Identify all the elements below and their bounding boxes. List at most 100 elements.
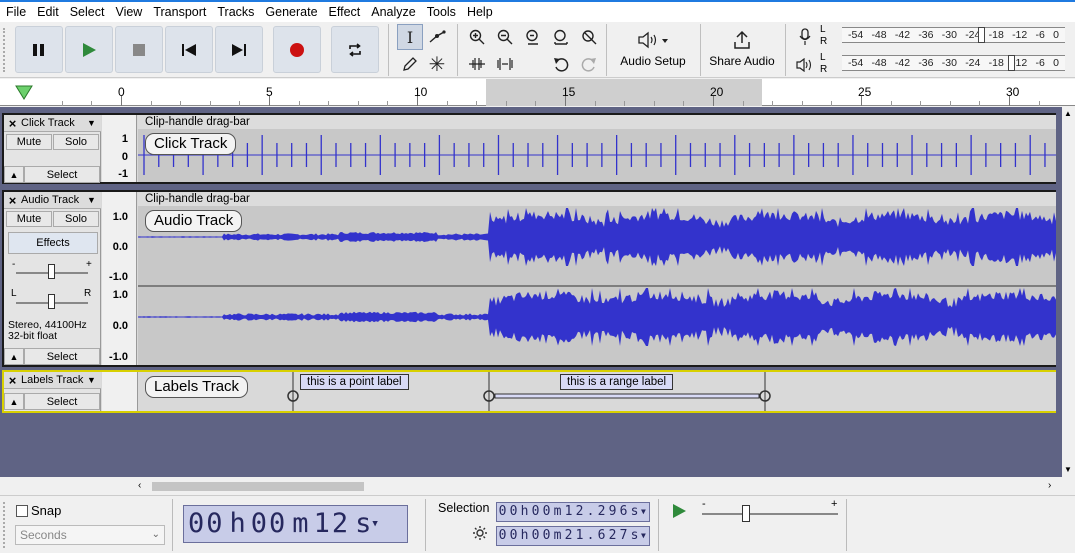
audio-position-display[interactable]: 00 h 00 m 12 s ▼	[183, 505, 408, 543]
vertical-scale[interactable]: 1 0 -1	[102, 115, 137, 182]
toolbar-grip[interactable]	[3, 502, 8, 548]
skip-to-start-button[interactable]	[165, 26, 213, 73]
selection-start-field[interactable]: 0 0 h 0 0 m 1 2. 2 9 6 s ▼	[496, 502, 650, 522]
menu-help[interactable]: Help	[461, 5, 498, 19]
menu-transport[interactable]: Transport	[147, 5, 211, 19]
zoom-out-button[interactable]	[492, 24, 518, 50]
playback-meter-slider[interactable]	[1008, 55, 1015, 71]
click-waveform[interactable]	[138, 129, 1056, 182]
zoom-toggle-button[interactable]	[576, 24, 602, 50]
track-menu-dropdown-icon[interactable]: ▼	[87, 195, 101, 205]
fit-selection-button[interactable]	[520, 24, 546, 50]
solo-button[interactable]: Solo	[53, 134, 99, 150]
horizontal-scroll-thumb[interactable]	[152, 482, 364, 491]
clip-handle-drag-bar[interactable]: Clip-handle drag-bar	[138, 192, 1056, 206]
menu-tools[interactable]: Tools	[421, 5, 461, 19]
collapse-track-icon[interactable]: ▲	[4, 393, 24, 410]
collapse-track-icon[interactable]: ▲	[4, 166, 24, 183]
record-meter[interactable]: -54 -48 -42 -36 -30 -24 -18 -12 -6 0	[830, 27, 1065, 43]
mute-button[interactable]: Mute	[6, 134, 52, 150]
effects-button[interactable]: Effects	[8, 232, 98, 254]
point-label-text[interactable]: this is a point label	[300, 374, 409, 390]
draw-tool-button[interactable]	[397, 51, 423, 77]
record-meter-button[interactable]	[795, 27, 815, 47]
playback-meter[interactable]: -54 -48 -42 -36 -30 -24 -18 -12 -6 0	[830, 55, 1065, 71]
time-digit: 0	[509, 504, 518, 519]
track-name-bar[interactable]: × Click Track ▼	[4, 115, 101, 132]
trim-button[interactable]	[464, 51, 490, 77]
select-button[interactable]: Select	[24, 166, 100, 183]
gain-slider-thumb[interactable]	[48, 264, 55, 279]
time-format-dropdown-icon[interactable]: ▼	[641, 503, 646, 521]
timeline-options-button[interactable]	[14, 83, 34, 104]
track-name-bar[interactable]: × Audio Track ▼	[4, 192, 101, 209]
audio-track[interactable]: × Audio Track ▼ Mute Solo Effects - + L …	[2, 190, 1056, 367]
audio-waveform[interactable]	[138, 206, 1056, 365]
menu-file[interactable]: File	[0, 5, 31, 19]
close-track-icon[interactable]: ×	[4, 193, 21, 208]
menu-view[interactable]: View	[109, 5, 147, 19]
menu-generate[interactable]: Generate	[259, 5, 322, 19]
track-menu-dropdown-icon[interactable]: ▼	[87, 375, 101, 385]
time-format-dropdown-icon[interactable]: ▼	[641, 527, 646, 545]
menu-analyze[interactable]: Analyze	[365, 5, 420, 19]
playback-meter-button[interactable]	[795, 55, 815, 75]
timeline-ruler[interactable]: 0 5 10 15 20 25 30	[0, 79, 1075, 106]
menu-tracks[interactable]: Tracks	[211, 5, 259, 19]
fit-project-button[interactable]	[548, 24, 574, 50]
track-menu-dropdown-icon[interactable]: ▼	[87, 118, 101, 128]
click-track[interactable]: × Click Track ▼ Mute Solo ▲ Select 1 0 -…	[2, 113, 1056, 184]
labels-track[interactable]: × Labels Track ▼ ▲ Select Labels Track t…	[2, 370, 1056, 413]
share-audio-button[interactable]: Share Audio	[705, 24, 779, 76]
select-button[interactable]: Select	[24, 393, 100, 410]
solo-button[interactable]: Solo	[53, 211, 99, 227]
redo-button[interactable]	[576, 51, 602, 77]
pause-button[interactable]	[15, 26, 63, 73]
select-button[interactable]: Select	[24, 348, 100, 365]
multi-tool-button[interactable]: ✳	[424, 51, 450, 77]
range-label-text[interactable]: this is a range label	[560, 374, 674, 390]
record-button[interactable]	[273, 26, 321, 73]
clip-handle-drag-bar[interactable]: Clip-handle drag-bar	[138, 115, 1056, 129]
toolbar-grip[interactable]	[3, 28, 8, 72]
close-track-icon[interactable]: ×	[4, 116, 21, 131]
pan-slider-thumb[interactable]	[48, 294, 55, 309]
scroll-right-icon[interactable]: ›	[1048, 480, 1051, 491]
collapse-track-icon[interactable]: ▲	[4, 348, 24, 365]
time-digit: .	[586, 528, 595, 543]
track-name-bar[interactable]: × Labels Track ▼	[4, 372, 101, 389]
selection-settings-button[interactable]	[472, 525, 488, 544]
play-at-speed-button[interactable]	[668, 501, 690, 524]
selection-end-field[interactable]: 0 0 h 0 0 m 2 1. 6 2 7 s ▼	[496, 526, 650, 546]
scroll-left-icon[interactable]: ‹	[138, 480, 141, 491]
speed-slider-track[interactable]	[702, 513, 838, 515]
snap-checkbox[interactable]	[16, 504, 28, 517]
selection-tool-button[interactable]: I	[397, 24, 423, 50]
vertical-scale[interactable]: 1.0 0.0 -1.0 1.0 0.0 -1.0	[102, 192, 137, 365]
channel-r: R	[820, 36, 828, 47]
menu-select[interactable]: Select	[64, 5, 110, 19]
snap-checkbox-row[interactable]: Snap	[16, 503, 61, 518]
scroll-down-icon[interactable]: ▼	[1064, 465, 1072, 474]
menu-edit[interactable]: Edit	[31, 5, 64, 19]
undo-button[interactable]	[548, 51, 574, 77]
mute-button[interactable]: Mute	[6, 211, 52, 227]
play-button[interactable]	[65, 26, 113, 73]
scroll-up-icon[interactable]: ▲	[1064, 109, 1072, 118]
zoom-in-button[interactable]	[464, 24, 490, 50]
horizontal-scrollbar[interactable]: ‹ ›	[134, 478, 1062, 494]
menu-effect[interactable]: Effect	[323, 5, 366, 19]
time-format-dropdown-icon[interactable]: ▼	[372, 506, 377, 542]
snap-unit-select[interactable]: Seconds ⌄	[15, 525, 165, 545]
stop-button[interactable]	[115, 26, 163, 73]
speed-slider-thumb[interactable]	[742, 505, 750, 522]
envelope-tool-button[interactable]	[424, 24, 450, 50]
close-track-icon[interactable]: ×	[4, 373, 21, 388]
skip-to-end-button[interactable]	[215, 26, 263, 73]
track-area[interactable]: × Click Track ▼ Mute Solo ▲ Select 1 0 -…	[0, 107, 1062, 477]
loop-button[interactable]	[331, 26, 379, 73]
record-meter-slider[interactable]	[978, 27, 985, 43]
audio-setup-button[interactable]: Audio Setup	[612, 24, 694, 76]
vertical-scrollbar[interactable]: ▲ ▼	[1062, 107, 1075, 478]
silence-button[interactable]	[492, 51, 518, 77]
